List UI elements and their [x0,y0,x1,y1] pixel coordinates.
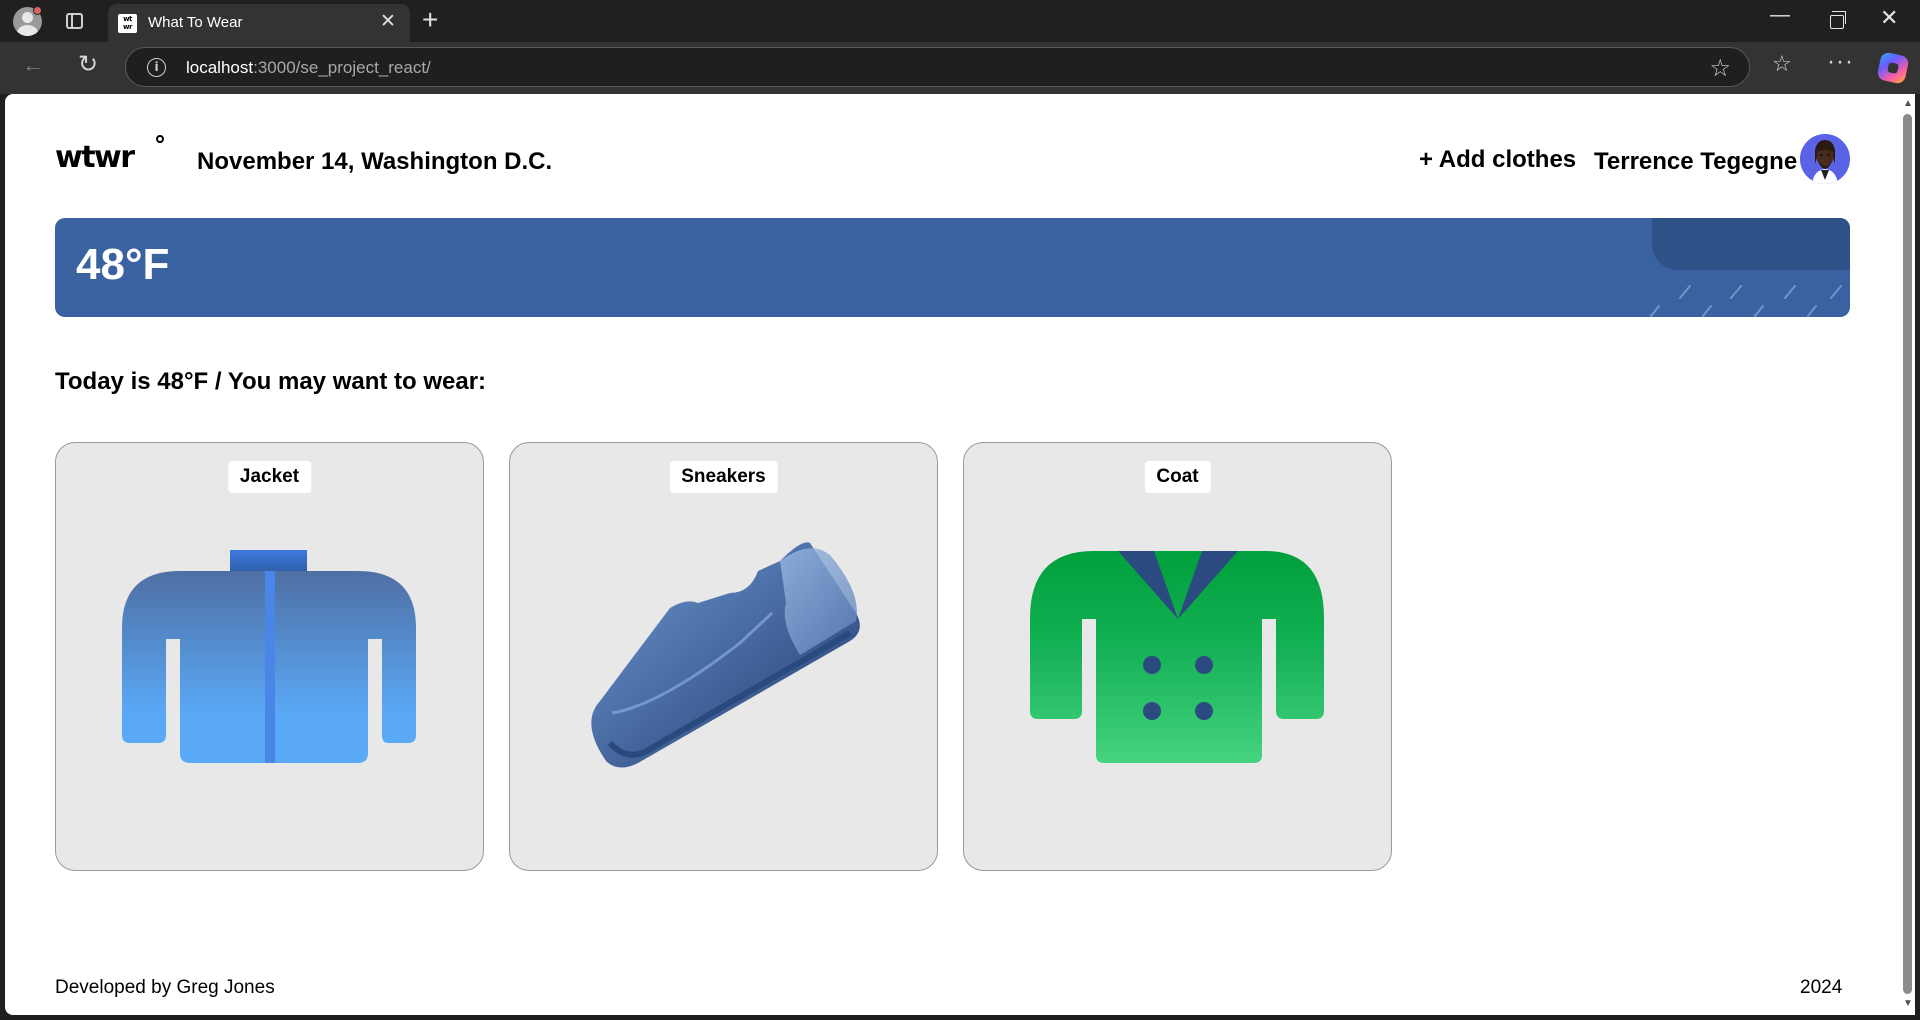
add-clothes-button[interactable]: + Add clothes [1419,146,1576,174]
footer-developer: Developed by Greg Jones [55,977,275,998]
username[interactable]: Terrence Tegegne [1594,148,1797,176]
clothing-card-jacket[interactable]: Jacket [55,442,484,871]
back-icon[interactable]: ← [22,52,44,78]
scroll-up-icon[interactable]: ▲ [1903,98,1913,109]
footer-year: 2024 [1800,977,1843,998]
header: wtwr November 14, Washington D.C. + Add … [55,134,1850,189]
avatar[interactable] [1800,134,1850,184]
weather-card: 48°F [55,218,1850,317]
rain-icon [1650,285,1842,317]
temperature: 48°F [76,240,170,289]
address-bar[interactable]: i localhost:3000/se_project_react/ ☆ [125,47,1750,87]
scroll-down-icon[interactable]: ▼ [1903,998,1913,1009]
window-close-icon[interactable]: ✕ [1880,5,1898,31]
cloud-icon [1652,218,1850,270]
scrollbar[interactable]: ▲ ▼ [1900,94,1915,1015]
reload-icon[interactable]: ↻ [78,50,98,79]
info-icon[interactable]: i [147,58,166,77]
new-tab-icon[interactable]: + [422,4,438,36]
more-icon[interactable]: ··· [1827,48,1854,76]
scrollbar-thumb[interactable] [1903,114,1912,994]
clothing-card-label: Jacket [227,461,312,493]
clothing-card-sneakers[interactable]: Sneakers [509,442,938,871]
jacket-icon [122,550,416,763]
clothing-card-label: Coat [1144,461,1211,493]
logo[interactable]: wtwr [55,140,135,175]
minimize-icon[interactable]: — [1770,4,1790,27]
copilot-icon[interactable] [1876,51,1910,85]
url-host: localhost [186,58,254,77]
url-path: :3000/se_project_react/ [253,58,431,77]
url-text[interactable]: localhost:3000/se_project_react/ [186,58,431,78]
logo-degree-mark [156,135,164,143]
browser-toolbar: ← ↻ i localhost:3000/se_project_react/ ☆… [0,42,1920,94]
date-location: November 14, Washington D.C. [197,148,553,175]
clothing-suggestion: Today is 48°F / You may want to wear: [55,368,487,395]
clothing-card-label: Sneakers [669,461,778,493]
tabs-icon[interactable] [66,13,83,29]
browser-tab[interactable]: wt wr What To Wear ✕ [108,4,410,42]
coat-icon [1030,551,1324,763]
tab-title: What To Wear [148,14,243,31]
favorites-icon[interactable]: ☆ [1772,51,1792,77]
clothing-card-coat[interactable]: Coat [963,442,1392,871]
sneakers-icon [591,542,860,768]
star-icon[interactable]: ☆ [1709,54,1731,83]
favicon-icon: wt wr [118,14,137,33]
close-icon[interactable]: ✕ [380,10,396,33]
notification-dot [33,6,42,15]
maximize-icon[interactable] [1830,11,1846,29]
page: wtwr November 14, Washington D.C. + Add … [5,94,1900,1015]
browser-tab-bar: wt wr What To Wear ✕ + — ✕ [0,0,1920,42]
